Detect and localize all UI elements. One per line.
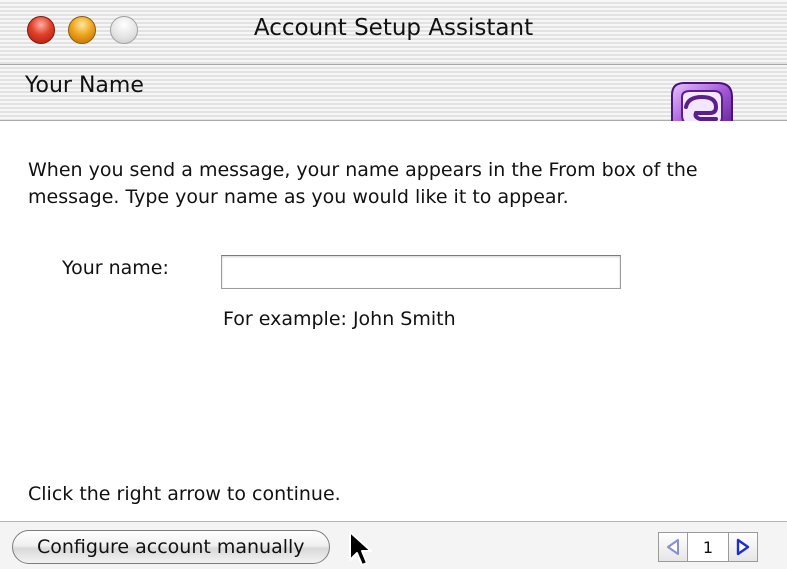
intro-text: When you send a message, your name appea… bbox=[28, 159, 698, 208]
mouse-pointer-icon bbox=[349, 531, 372, 566]
your-name-label: Your name: bbox=[62, 257, 169, 279]
your-name-input[interactable] bbox=[221, 255, 621, 289]
window-title: Account Setup Assistant bbox=[253, 15, 534, 41]
previous-page-button[interactable] bbox=[658, 532, 688, 562]
next-page-button[interactable] bbox=[728, 532, 758, 562]
example-text: For example: John Smith bbox=[223, 308, 456, 330]
configure-manually-button[interactable]: Configure account manually bbox=[12, 530, 330, 564]
footer-bar: Configure account manually 1 bbox=[0, 521, 787, 569]
title-bar[interactable]: Account Setup Assistant bbox=[0, 0, 787, 65]
page-number: 1 bbox=[688, 532, 728, 562]
left-arrow-icon bbox=[667, 539, 679, 555]
account-setup-window: Account Setup Assistant Your Name When y… bbox=[0, 0, 787, 569]
continue-hint: Click the right arrow to continue. bbox=[28, 483, 341, 505]
page-navigator: 1 bbox=[658, 532, 758, 562]
content-area: When you send a message, your name appea… bbox=[0, 121, 787, 521]
right-arrow-icon bbox=[736, 538, 750, 556]
step-title: Your Name bbox=[25, 73, 144, 98]
